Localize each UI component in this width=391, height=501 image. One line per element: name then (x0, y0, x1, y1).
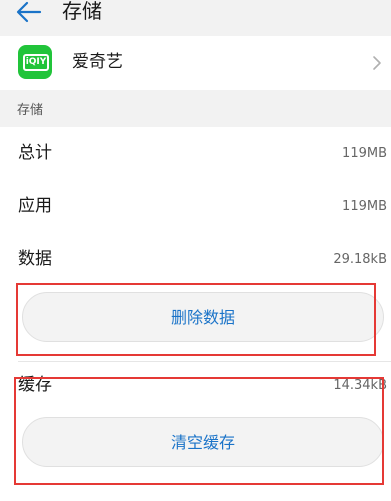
title-bar: 存储 (0, 0, 391, 36)
app-size-label: 应用 (18, 196, 52, 216)
app-icon-logo-text: iQIY (23, 54, 49, 71)
section-divider (18, 361, 391, 362)
back-arrow-icon[interactable] (14, 0, 44, 24)
app-size-value: 119MB (342, 199, 387, 214)
storage-section-header: 存储 (17, 103, 44, 118)
iqiyi-app-icon: iQIY (18, 45, 52, 79)
app-info-row[interactable]: iQIY 爱奇艺 (0, 36, 391, 90)
clear-cache-highlight (14, 377, 384, 485)
delete-data-highlight (16, 283, 376, 356)
storage-details-panel: 总计 119MB 应用 119MB 数据 29.18kB 删除数据 缓存 14.… (0, 127, 391, 501)
chevron-right-icon (373, 56, 381, 70)
data-value: 29.18kB (333, 252, 387, 267)
total-value: 119MB (342, 146, 387, 161)
app-name: 爱奇艺 (72, 52, 123, 72)
total-label: 总计 (18, 143, 52, 163)
page-title: 存储 (62, 0, 102, 23)
data-label: 数据 (18, 249, 52, 269)
